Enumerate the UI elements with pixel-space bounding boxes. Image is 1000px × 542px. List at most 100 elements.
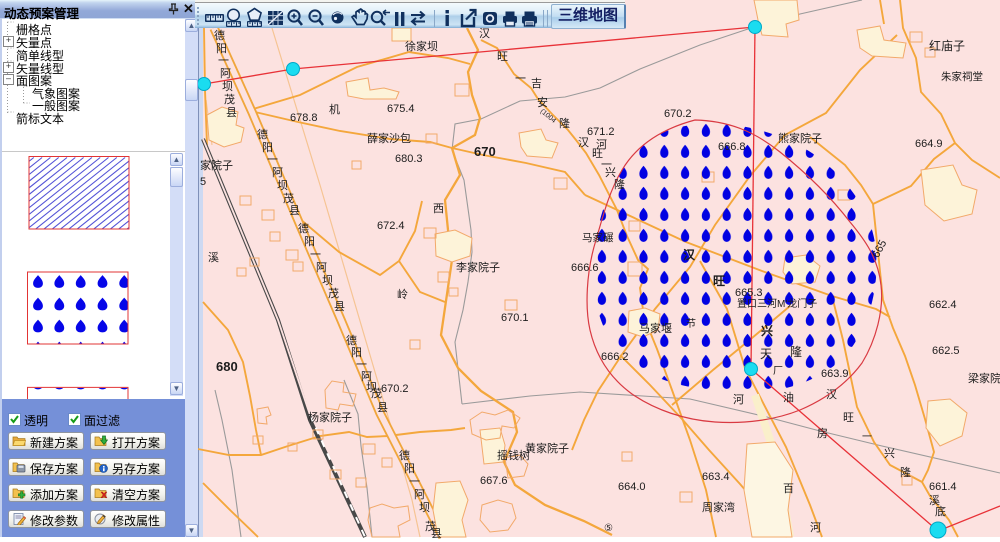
svg-text:665.3: 665.3 (735, 287, 763, 299)
svg-text:666.8: 666.8 (718, 141, 746, 153)
svg-text:680.3: 680.3 (395, 153, 423, 165)
svg-text:房: 房 (817, 427, 828, 440)
svg-text:阳: 阳 (262, 141, 273, 154)
svg-text:一: 一 (862, 432, 872, 443)
svg-text:梁家院: 梁家院 (968, 371, 1000, 385)
svg-text:670.2: 670.2 (664, 108, 692, 120)
svg-text:河: 河 (733, 393, 744, 406)
svg-text:县: 县 (377, 401, 388, 414)
svg-text:阿: 阿 (272, 166, 283, 179)
svg-text:旺: 旺 (713, 274, 725, 288)
svg-text:杨家院子: 杨家院子 (308, 410, 352, 424)
svg-text:667.6: 667.6 (480, 475, 508, 487)
svg-text:680: 680 (216, 359, 238, 374)
svg-text:670.2: 670.2 (381, 383, 409, 395)
svg-text:阳: 阳 (404, 462, 415, 475)
svg-text:县: 县 (431, 527, 442, 540)
svg-text:德: 德 (298, 221, 309, 235)
svg-text:吉: 吉 (531, 77, 542, 90)
svg-text:675.4: 675.4 (387, 103, 415, 115)
svg-text:664.0: 664.0 (618, 481, 646, 493)
svg-text:671.2: 671.2 (587, 126, 615, 138)
svg-text:隆: 隆 (900, 465, 911, 479)
svg-text:汉: 汉 (683, 247, 696, 262)
svg-text:兴: 兴 (605, 166, 616, 179)
svg-text:663.9: 663.9 (821, 368, 849, 380)
svg-text:朱家祠堂: 朱家祠堂 (941, 70, 983, 83)
svg-text:一: 一 (515, 73, 526, 85)
svg-text:河: 河 (810, 521, 821, 534)
svg-text:5: 5 (200, 176, 206, 188)
svg-text:百: 百 (783, 483, 794, 495)
svg-text:兴: 兴 (761, 323, 773, 338)
svg-text:茂: 茂 (328, 286, 339, 300)
svg-text:徐家坝: 徐家坝 (405, 39, 438, 53)
svg-text:周家湾: 周家湾 (702, 500, 735, 514)
svg-text:一: 一 (409, 476, 420, 488)
svg-text:坝: 坝 (277, 178, 288, 192)
svg-text:旺: 旺 (497, 51, 508, 63)
svg-text:坝: 坝 (222, 79, 233, 93)
svg-text:663.4: 663.4 (702, 471, 730, 483)
svg-text:厂: 厂 (773, 366, 783, 377)
svg-text:阳: 阳 (216, 42, 227, 55)
svg-text:薛家沙包: 薛家沙包 (367, 131, 411, 145)
svg-text:德: 德 (257, 127, 268, 141)
svg-text:坝: 坝 (322, 273, 333, 287)
svg-text:茂: 茂 (224, 92, 235, 106)
svg-text:旺: 旺 (843, 412, 854, 424)
svg-text:兴: 兴 (884, 447, 895, 460)
svg-text:马家堰: 马家堰 (639, 321, 672, 335)
svg-text:汉: 汉 (826, 388, 837, 401)
svg-text:底: 底 (935, 504, 946, 518)
svg-text:油: 油 (783, 390, 794, 404)
svg-text:662.5: 662.5 (932, 345, 960, 357)
svg-text:661.4: 661.4 (929, 481, 957, 493)
svg-text:岭: 岭 (397, 287, 408, 301)
svg-text:阿: 阿 (414, 488, 425, 501)
svg-text:坝: 坝 (419, 500, 430, 514)
svg-text:666.6: 666.6 (571, 262, 599, 274)
svg-text:阿: 阿 (220, 67, 231, 80)
svg-text:678.8: 678.8 (290, 112, 318, 124)
svg-text:一: 一 (267, 154, 278, 166)
svg-text:隆: 隆 (614, 177, 625, 191)
svg-text:县: 县 (289, 204, 300, 217)
svg-text:茂: 茂 (283, 191, 294, 205)
svg-text:666.2: 666.2 (601, 351, 629, 363)
svg-text:阳: 阳 (304, 235, 315, 248)
svg-text:汉: 汉 (479, 27, 490, 40)
svg-text:西: 西 (433, 203, 444, 215)
svg-text:安: 安 (537, 95, 548, 109)
svg-text:670.1: 670.1 (501, 312, 529, 324)
svg-text:家院子: 家院子 (200, 158, 233, 172)
svg-text:阳: 阳 (351, 346, 362, 359)
svg-text:溪: 溪 (208, 251, 219, 264)
svg-text:黄家院子: 黄家院子 (525, 441, 569, 455)
svg-text:一: 一 (218, 55, 229, 67)
svg-text:隆: 隆 (790, 344, 802, 359)
svg-text:置口三河M'龙门子: 置口三河M'龙门子 (737, 297, 817, 310)
svg-text:熊家院子: 熊家院子 (778, 131, 822, 145)
svg-text:隆: 隆 (559, 116, 570, 130)
svg-text:机: 机 (329, 102, 340, 116)
svg-text:汉: 汉 (578, 136, 589, 149)
svg-text:一: 一 (310, 249, 321, 261)
svg-text:672.4: 672.4 (377, 220, 405, 232)
svg-text:662.4: 662.4 (929, 299, 957, 311)
svg-text:茂: 茂 (371, 386, 382, 400)
svg-text:德: 德 (346, 333, 357, 347)
svg-text:德: 德 (399, 448, 410, 462)
svg-text:阿: 阿 (316, 261, 327, 274)
svg-text:⑤: ⑤ (604, 523, 613, 534)
svg-text:节: 节 (686, 318, 696, 330)
svg-text:县: 县 (334, 300, 345, 313)
svg-text:670: 670 (474, 144, 496, 159)
svg-text:县: 县 (226, 106, 237, 119)
svg-text:德: 德 (214, 28, 225, 42)
svg-text:马家碾: 马家碾 (582, 231, 614, 244)
svg-text:红庙子: 红庙子 (929, 38, 965, 53)
svg-text:天: 天 (760, 347, 772, 361)
svg-text:李家院子: 李家院子 (456, 260, 500, 274)
svg-text:664.9: 664.9 (915, 138, 943, 150)
